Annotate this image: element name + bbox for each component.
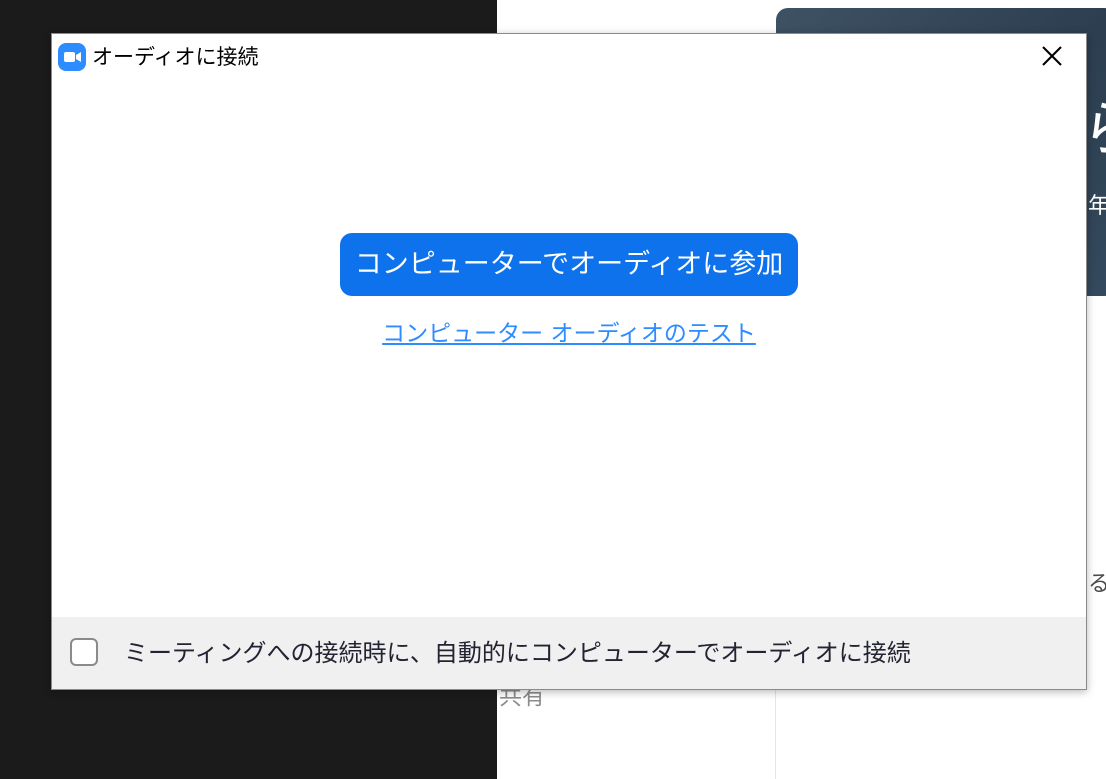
join-computer-audio-button[interactable]: コンピューターでオーディオに参加 — [340, 233, 798, 296]
zoom-video-camera-icon — [58, 43, 86, 71]
auto-join-audio-checkbox[interactable] — [70, 638, 98, 666]
screen: ら 年 る 共有 オーディオに接続 コンピューターでオ — [0, 0, 1106, 779]
dialog-title: オーディオに接続 — [92, 45, 259, 69]
audio-connect-dialog: オーディオに接続 コンピューターでオーディオに参加 コンピューター オーディオの… — [51, 33, 1087, 690]
close-icon — [1032, 45, 1072, 67]
close-button[interactable] — [1032, 38, 1072, 76]
dialog-footer: ミーティングへの接続時に、自動的にコンピューターでオーディオに接続 — [52, 617, 1086, 689]
background-peek-text: る — [1088, 572, 1106, 597]
background-divider — [775, 690, 776, 779]
auto-join-audio-label[interactable]: ミーティングへの接続時に、自動的にコンピューターでオーディオに接続 — [124, 638, 911, 668]
dialog-titlebar: オーディオに接続 — [52, 34, 1086, 80]
banner-year-text: 年 — [1088, 194, 1106, 219]
test-computer-audio-link[interactable]: コンピューター オーディオのテスト — [340, 319, 798, 349]
